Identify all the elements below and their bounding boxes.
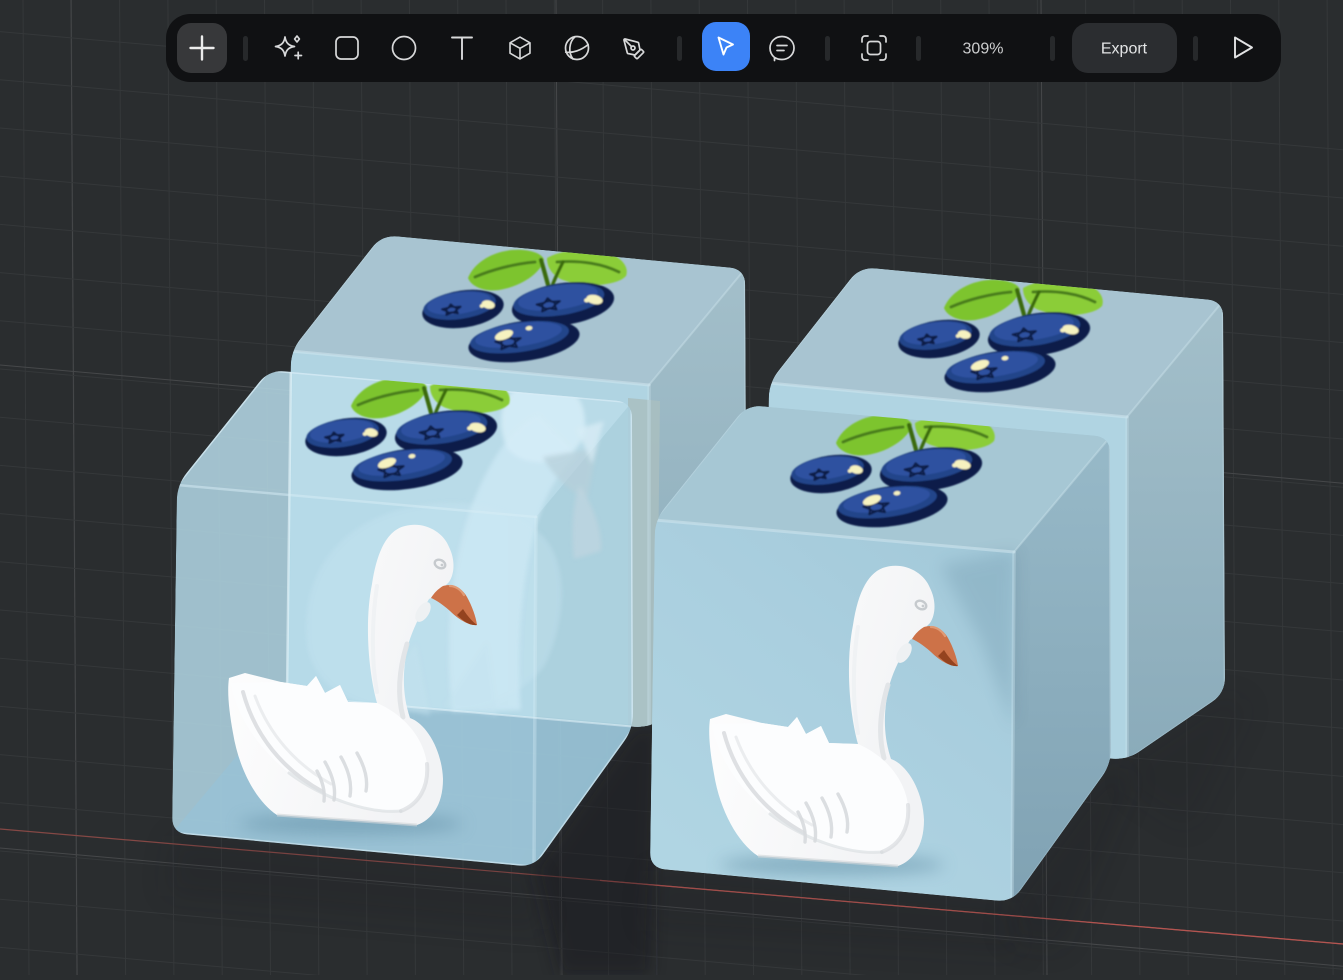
svg-text:309%: 309% [963,41,1004,58]
svg-text:Export: Export [1101,41,1148,58]
